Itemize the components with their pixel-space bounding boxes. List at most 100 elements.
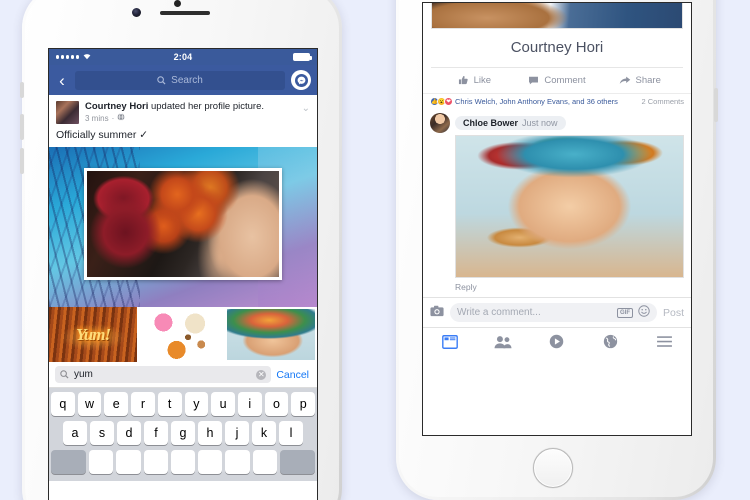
commenter-avatar[interactable] bbox=[430, 113, 450, 133]
profile-cover-photo[interactable] bbox=[431, 3, 683, 29]
key-i[interactable]: i bbox=[237, 392, 262, 416]
front-camera bbox=[132, 8, 141, 17]
photo-search-bar: yum ✕ Cancel bbox=[49, 362, 317, 388]
comment-bubble-icon bbox=[529, 76, 539, 85]
post-byline: Courtney Hori updated her profile pictur… bbox=[85, 101, 296, 113]
key-q[interactable]: q bbox=[50, 392, 75, 416]
smiley-icon[interactable] bbox=[638, 304, 650, 322]
power-button[interactable] bbox=[714, 88, 718, 122]
like-button[interactable]: Like bbox=[433, 75, 516, 86]
tab-news-feed[interactable] bbox=[423, 334, 477, 349]
key-shift[interactable] bbox=[50, 450, 87, 474]
key-p[interactable]: p bbox=[291, 392, 316, 416]
messenger-icon[interactable] bbox=[291, 70, 311, 90]
post-action-text: updated her profile picture. bbox=[148, 101, 264, 112]
search-placeholder-text: Search bbox=[171, 74, 203, 86]
tab-menu[interactable] bbox=[637, 334, 691, 349]
key-a[interactable]: a bbox=[63, 421, 87, 445]
thumb-yum[interactable]: Yum! bbox=[49, 307, 137, 362]
news-feed-icon bbox=[441, 334, 458, 349]
comment-button[interactable]: Comment bbox=[516, 75, 599, 86]
comment-composer: Write a comment... GIF Post bbox=[423, 297, 691, 327]
volume-down-button[interactable] bbox=[20, 148, 24, 174]
key-c[interactable] bbox=[143, 450, 168, 474]
hero-photo[interactable] bbox=[83, 167, 283, 280]
comment-count[interactable]: 2 Comments bbox=[641, 97, 684, 106]
bottom-tab-bar bbox=[423, 327, 691, 356]
volume-up-button[interactable] bbox=[20, 114, 24, 140]
key-d[interactable]: d bbox=[117, 421, 141, 445]
keyboard-row-1: q w e r t y u i o p bbox=[50, 392, 316, 416]
search-input[interactable]: Search bbox=[75, 70, 285, 90]
key-k[interactable]: k bbox=[252, 421, 276, 445]
on-screen-keyboard: q w e r t y u i o p a s d f g h j k l bbox=[49, 388, 317, 481]
tab-friends[interactable] bbox=[477, 334, 531, 349]
key-s[interactable]: s bbox=[90, 421, 114, 445]
chevron-down-icon[interactable]: ⌄ bbox=[302, 101, 310, 124]
key-u[interactable]: u bbox=[211, 392, 235, 416]
keyboard-row-2: a s d f g h j k l bbox=[51, 421, 315, 445]
left-phone-screen: 2:04 ‹ Search Courtney Hori updated her … bbox=[48, 48, 318, 500]
key-e[interactable]: e bbox=[104, 392, 129, 416]
key-n[interactable] bbox=[225, 450, 250, 474]
post-subline: 3 mins · bbox=[85, 113, 296, 124]
key-o[interactable]: o bbox=[264, 392, 289, 416]
photo-search-input[interactable]: yum ✕ bbox=[55, 366, 272, 383]
comment-body: Chloe Bower Just now bbox=[455, 113, 684, 278]
share-label: Share bbox=[635, 75, 661, 86]
key-v[interactable] bbox=[170, 450, 196, 474]
commenter-name[interactable]: Chloe Bower bbox=[463, 118, 518, 128]
comment-input[interactable]: Write a comment... GIF bbox=[450, 303, 657, 322]
key-m[interactable] bbox=[252, 450, 277, 474]
search-icon bbox=[157, 75, 166, 85]
reply-link[interactable]: Reply bbox=[423, 278, 691, 297]
post-meta: Courtney Hori updated her profile pictur… bbox=[85, 101, 296, 124]
comment-timestamp: Just now bbox=[522, 118, 558, 128]
post-author-avatar[interactable] bbox=[56, 101, 79, 124]
key-r[interactable]: r bbox=[131, 392, 155, 416]
clear-circle-icon[interactable]: ✕ bbox=[256, 369, 267, 380]
status-bar-time: 2:04 bbox=[173, 52, 193, 62]
right-phone-screen: Courtney Hori Like Comment Share 👍 😮 ❤ C… bbox=[422, 2, 692, 436]
thumb-donuts[interactable] bbox=[137, 307, 225, 362]
key-w[interactable]: w bbox=[77, 392, 102, 416]
camera-icon[interactable] bbox=[430, 304, 444, 322]
share-button[interactable]: Share bbox=[598, 75, 681, 86]
post-header: Courtney Hori updated her profile pictur… bbox=[49, 95, 317, 126]
comment-name-pill: Chloe Bower Just now bbox=[455, 116, 566, 130]
key-h[interactable]: h bbox=[198, 421, 222, 445]
key-t[interactable]: t bbox=[157, 392, 182, 416]
comment-photo-kid-icecream[interactable] bbox=[455, 135, 684, 278]
gif-icon[interactable]: GIF bbox=[616, 307, 633, 318]
key-backspace[interactable] bbox=[279, 450, 316, 474]
globe-icon bbox=[603, 334, 618, 349]
comment-item: Chloe Bower Just now bbox=[423, 109, 691, 278]
post-action-row: Like Comment Share bbox=[423, 68, 691, 93]
app-navigation-bar: ‹ Search bbox=[49, 65, 317, 95]
cancel-button[interactable]: Cancel bbox=[276, 369, 311, 381]
share-arrow-icon bbox=[619, 76, 630, 84]
key-b[interactable] bbox=[198, 450, 223, 474]
silent-switch[interactable] bbox=[20, 82, 24, 98]
tab-notifications[interactable] bbox=[584, 334, 638, 349]
reaction-names[interactable]: Chris Welch, John Anthony Evans, and 36 … bbox=[455, 97, 641, 106]
key-z[interactable] bbox=[89, 450, 114, 474]
thumb-yum-caption: Yum! bbox=[75, 324, 111, 344]
post-button[interactable]: Post bbox=[663, 307, 684, 319]
key-y[interactable]: y bbox=[184, 392, 209, 416]
chevron-left-icon[interactable]: ‹ bbox=[55, 72, 69, 89]
home-button[interactable] bbox=[533, 448, 573, 488]
key-j[interactable]: j bbox=[225, 421, 249, 445]
post-author-name[interactable]: Courtney Hori bbox=[85, 101, 148, 112]
tab-video[interactable] bbox=[530, 334, 584, 349]
photo-search-value: yum bbox=[74, 369, 93, 380]
key-l[interactable]: l bbox=[279, 421, 303, 445]
thumb-kid-icecream[interactable] bbox=[225, 307, 317, 362]
key-x[interactable] bbox=[116, 450, 141, 474]
search-icon bbox=[60, 370, 69, 379]
like-label: Like bbox=[473, 75, 492, 86]
key-g[interactable]: g bbox=[171, 421, 195, 445]
reaction-icons[interactable]: 👍 😮 ❤ bbox=[430, 97, 453, 106]
key-f[interactable]: f bbox=[144, 421, 168, 445]
comment-label: Comment bbox=[544, 75, 586, 86]
